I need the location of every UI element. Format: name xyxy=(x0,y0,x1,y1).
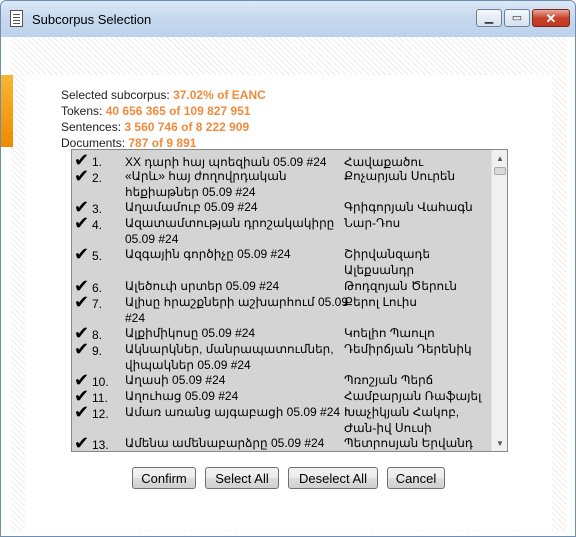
scroll-thumb[interactable] xyxy=(494,167,506,175)
maximize-button[interactable]: ▭ xyxy=(504,9,530,27)
sentences-label: Sentences: xyxy=(61,120,122,134)
documents-label: Documents: xyxy=(61,136,126,150)
selected-stat: Selected subcorpus: 37.02% of EANC xyxy=(61,87,266,103)
window-title: Subcorpus Selection xyxy=(32,12,152,27)
check-icon[interactable]: ✔ xyxy=(74,151,90,169)
selected-label: Selected subcorpus: xyxy=(61,88,170,102)
item-title: Աղուհաց 05.09 #24 xyxy=(125,389,239,403)
check-icon[interactable]: ✔ xyxy=(74,434,90,451)
close-button[interactable]: ✕ xyxy=(532,9,570,27)
item-number: 10. xyxy=(92,375,109,389)
item-title: Աղասի 05.09 #24 xyxy=(125,373,226,387)
item-number: 2. xyxy=(92,171,103,185)
item-number: 8. xyxy=(92,328,103,342)
accent-bar xyxy=(1,75,13,147)
check-icon[interactable]: ✔ xyxy=(74,198,90,216)
sentences-value: 3 560 746 of 8 222 909 xyxy=(124,120,250,134)
subcorpus-selection-window: Subcorpus Selection ▁ ▭ ✕ Selected subco… xyxy=(0,0,576,537)
check-icon[interactable]: ✔ xyxy=(74,371,90,389)
item-title: Ազգային գործիչը 05.09 #24 xyxy=(125,247,291,261)
item-number: 4. xyxy=(92,218,103,232)
item-author: Քոչարյան Սուրեն xyxy=(344,169,456,183)
confirm-button[interactable]: Confirm xyxy=(132,467,196,489)
item-number: 13. xyxy=(92,438,109,452)
check-icon[interactable]: ✔ xyxy=(74,324,90,342)
subcorpus-stats: Selected subcorpus: 37.02% of EANC Token… xyxy=(61,87,266,151)
item-title: Ալիսը հրաշքների աշխարհում 05.09 #24 xyxy=(125,295,348,325)
item-title: Ալքիմիկոսը 05.09 #24 xyxy=(125,326,256,340)
check-icon[interactable]: ✔ xyxy=(74,340,90,358)
item-number: 1. xyxy=(92,155,103,169)
document-list[interactable]: ✔ 1. XX դարի հայ պոեզիան 05.09 #24 Հավաք… xyxy=(71,149,508,452)
item-number: 3. xyxy=(92,202,103,216)
item-title: «Արև» հայ ժողովրդական հեքիաթներ 05.09 #2… xyxy=(125,169,287,199)
item-number: 11. xyxy=(92,391,108,405)
deselect-all-button[interactable]: Deselect All xyxy=(288,467,378,489)
item-title: Ամառ առանց այգաբացի 05.09 #24 xyxy=(125,405,341,419)
selected-value: 37.02% of EANC xyxy=(173,88,266,102)
tokens-label: Tokens: xyxy=(61,104,103,118)
minimize-button[interactable]: ▁ xyxy=(476,9,502,27)
check-icon[interactable]: ✔ xyxy=(74,214,90,232)
item-title: Ազատամտության դրոշակակիրը 05.09 #24 xyxy=(125,216,335,246)
check-icon[interactable]: ✔ xyxy=(74,277,90,295)
item-title: Ամենա ամենաբարձրը 05.09 #24 xyxy=(125,436,325,450)
item-author: Պռոշյան Պերճ xyxy=(344,373,434,387)
item-author: Կոելիո Պաուլո xyxy=(344,326,435,340)
vertical-scrollbar[interactable]: ▲ ▼ xyxy=(491,150,507,451)
check-icon[interactable]: ✔ xyxy=(74,245,90,263)
item-title: Ալեծուփ սրտեր 05.09 #24 xyxy=(125,279,280,293)
item-author: Պետրոսյան Երվանդ xyxy=(344,436,473,450)
item-author: Շիրվանզադե Ալեքսանդր xyxy=(344,247,431,277)
item-author: Թոդզոյան Ծերուն xyxy=(344,279,457,293)
item-author: Նար-Դոս xyxy=(344,216,401,230)
tokens-stat: Tokens: 40 656 365 of 109 827 951 xyxy=(61,103,266,119)
cancel-button[interactable]: Cancel xyxy=(387,467,445,489)
minimize-icon: ▁ xyxy=(484,11,494,24)
check-icon[interactable]: ✔ xyxy=(74,167,90,185)
item-author: Քերոլ Լուիս xyxy=(344,295,417,309)
sentences-stat: Sentences: 3 560 746 of 8 222 909 xyxy=(61,119,266,135)
select-all-button[interactable]: Select All xyxy=(205,467,279,489)
maximize-icon: ▭ xyxy=(511,11,523,24)
check-icon[interactable]: ✔ xyxy=(74,387,90,405)
tokens-value: 40 656 365 of 109 827 951 xyxy=(105,104,251,118)
close-icon: ✕ xyxy=(545,10,557,26)
item-title: Աղամամուբ 05.09 #24 xyxy=(125,200,258,214)
item-author: Գրիգորյան Վահագն xyxy=(344,200,473,214)
item-author: Դեմիրճյան Դերենիկ xyxy=(344,342,472,356)
check-icon[interactable]: ✔ xyxy=(74,293,90,311)
item-number: 6. xyxy=(92,281,103,295)
item-author: Համբարյան Ռաֆայել xyxy=(344,389,482,403)
item-number: 5. xyxy=(92,249,103,263)
scroll-down-icon[interactable]: ▼ xyxy=(492,435,507,451)
scroll-up-icon[interactable]: ▲ xyxy=(492,150,507,166)
check-icon[interactable]: ✔ xyxy=(74,403,90,421)
documents-value: 787 of 9 891 xyxy=(128,136,197,150)
item-title: Ակնարկներ, մանրապատումներ, վիպակներ 05.0… xyxy=(125,342,334,372)
title-bar[interactable]: Subcorpus Selection ▁ ▭ ✕ xyxy=(1,1,575,37)
item-number: 12. xyxy=(92,407,109,421)
item-number: 7. xyxy=(92,297,103,311)
item-author: Խաչիկյան Հակոբ, Ժան-իվ Սուսի xyxy=(344,405,460,435)
document-icon xyxy=(10,10,23,27)
item-number: 9. xyxy=(92,344,103,358)
